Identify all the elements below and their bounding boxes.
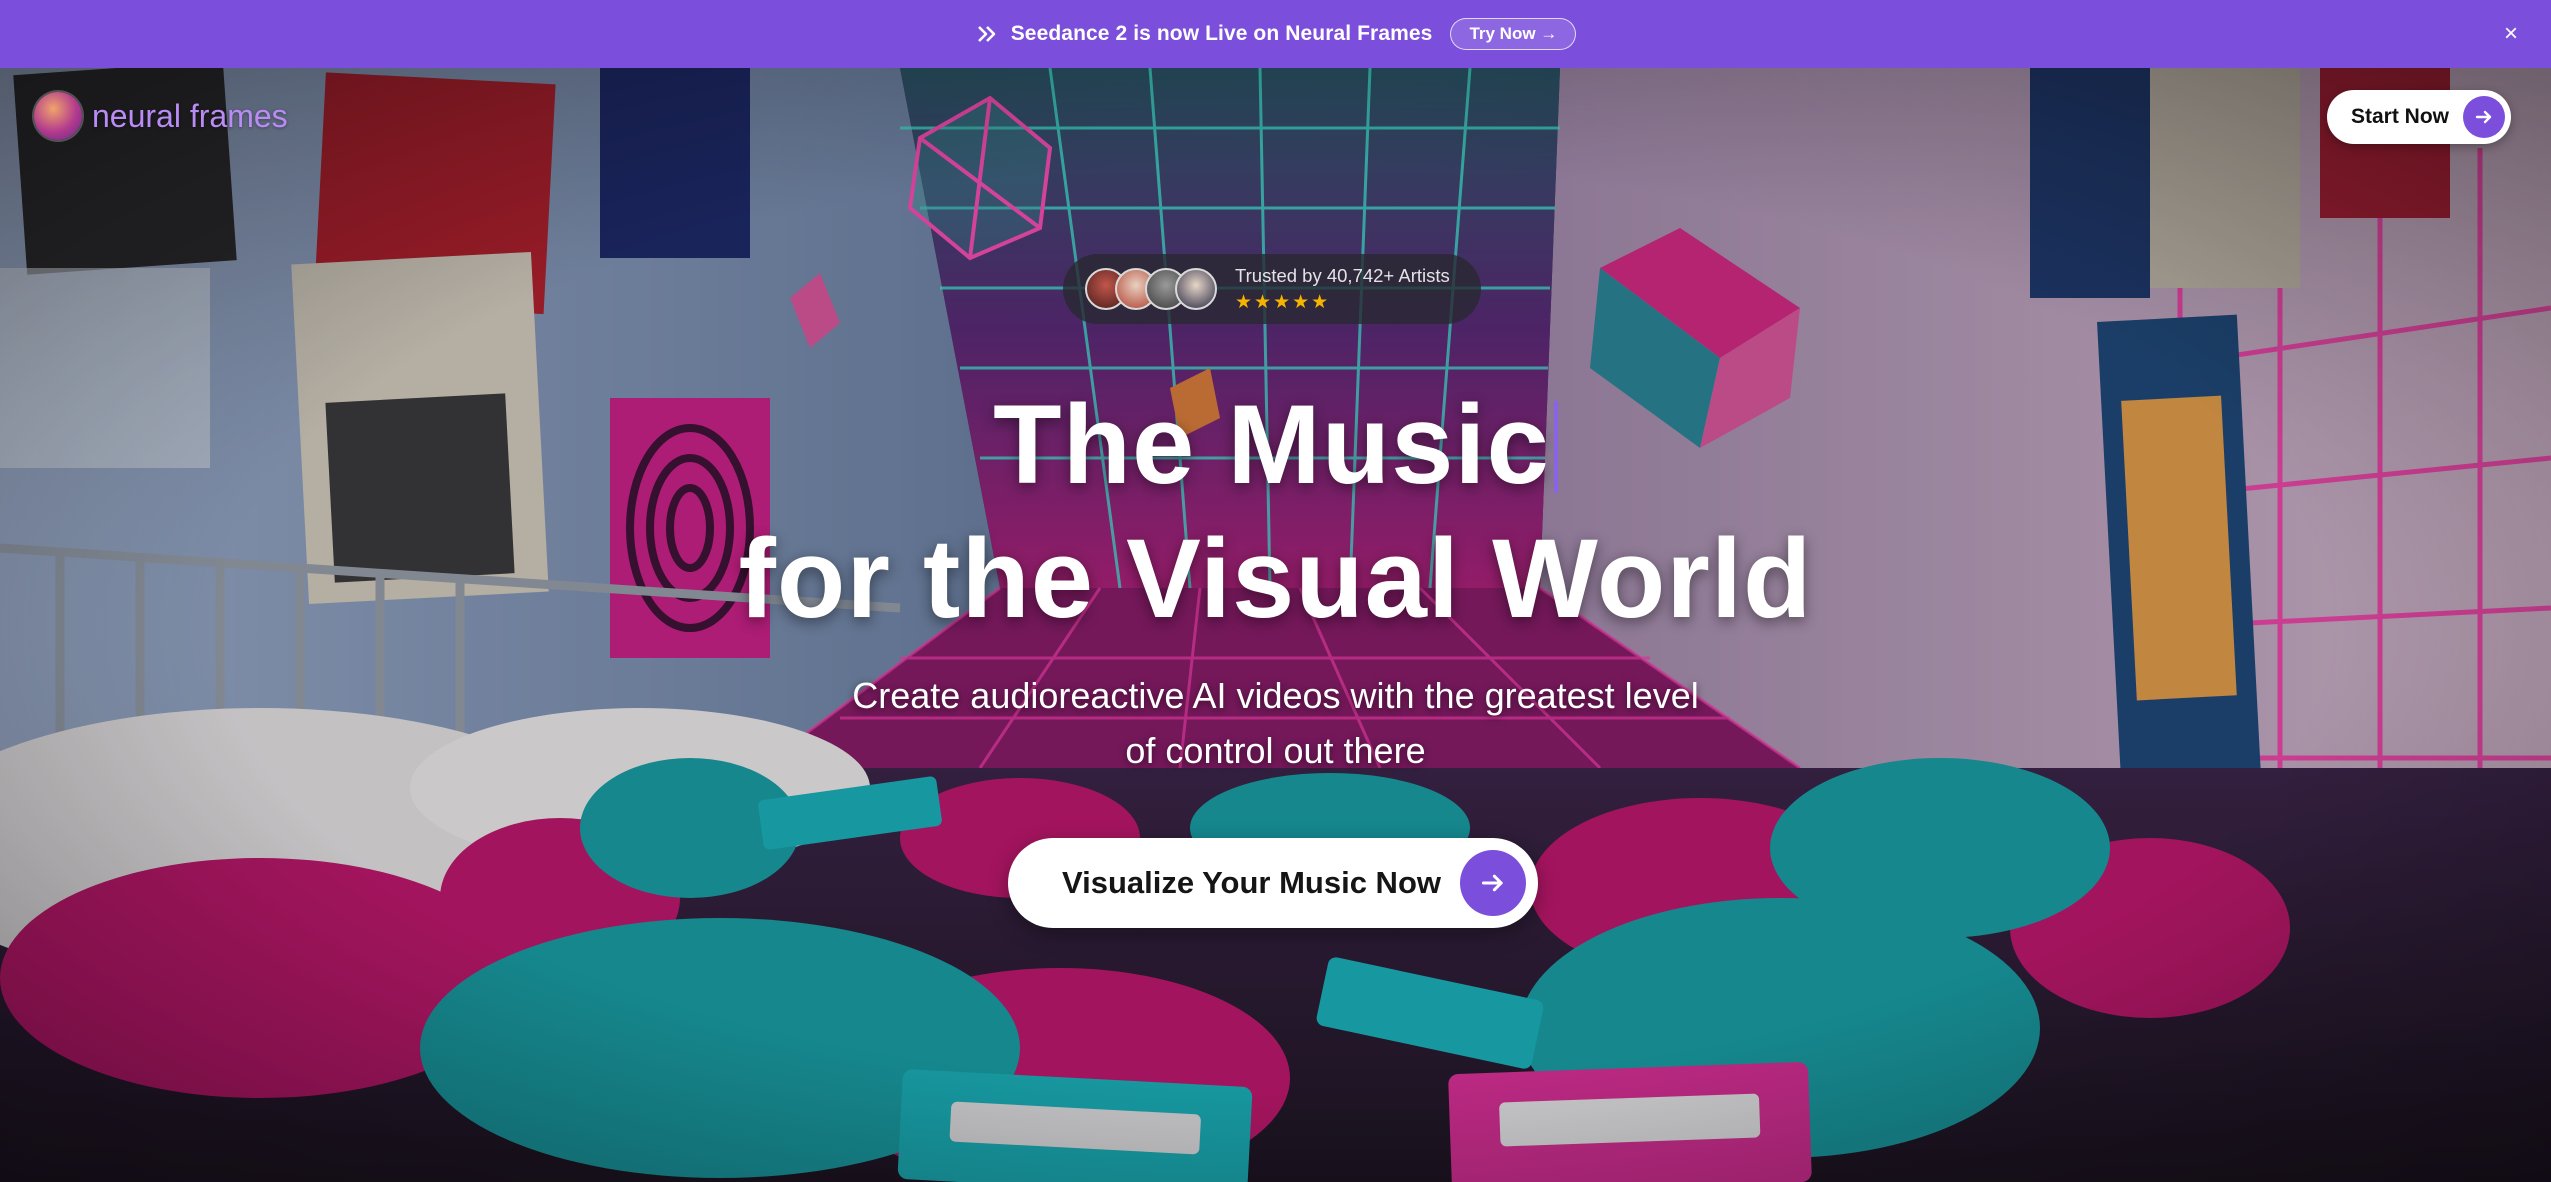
artist-avatars [1085,268,1217,310]
logo-mark-icon [34,92,82,140]
double-chevron-icon [975,21,1001,47]
logo-text: neural frames [92,97,288,134]
announcement-bar: Seedance 2 is now Live on Neural Frames … [0,0,2551,68]
hero-subtitle-line-2: of control out there [1125,730,1426,771]
visualize-music-label: Visualize Your Music Now [1062,865,1441,900]
visualize-music-button[interactable]: Visualize Your Music Now [1008,838,1538,928]
hero-subtitle-line-1: Create audioreactive AI videos with the … [852,675,1699,716]
hero-title-line-2: for the Visual World [738,516,1813,641]
close-announcement-button[interactable]: × [2495,18,2527,50]
try-now-button[interactable]: Try Now → [1450,18,1577,50]
avatar [1175,268,1217,310]
text-cursor-icon [1553,401,1558,493]
trust-badge: Trusted by 40,742+ Artists ★★★★★ [1063,254,1481,324]
brand-logo[interactable]: neural frames [34,92,288,140]
start-now-label: Start Now [2351,105,2450,128]
arrow-right-icon [1460,850,1526,916]
rating-stars-icon: ★★★★★ [1235,291,1331,313]
hero-title-line-1: The Music [0,380,2551,509]
announcement-message: Seedance 2 is now Live on Neural Frames [1010,22,1433,45]
start-now-button[interactable]: Start Now [2327,90,2511,144]
trust-text: Trusted by 40,742+ Artists [1235,264,1450,286]
arrow-right-icon [2463,96,2505,138]
